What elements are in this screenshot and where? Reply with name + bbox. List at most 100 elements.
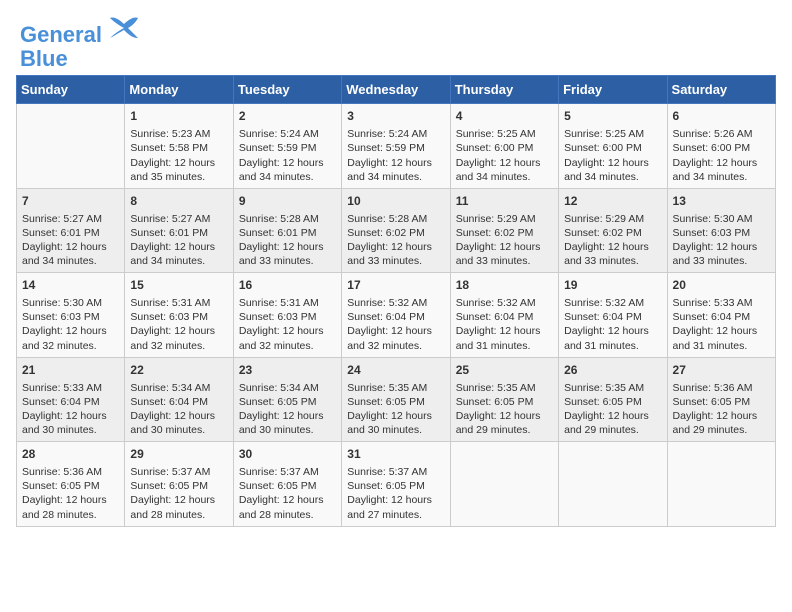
calendar-week-1: 1 Sunrise: 5:23 AM Sunset: 5:58 PM Daylig… [17, 104, 776, 188]
cell-content: Sunrise: 5:37 AM Sunset: 6:05 PM Dayligh… [239, 465, 336, 522]
cell-content: Sunrise: 5:27 AM Sunset: 6:01 PM Dayligh… [22, 212, 119, 269]
calendar-cell: 6 Sunrise: 5:26 AM Sunset: 6:00 PM Daylig… [667, 104, 775, 188]
cell-content: Sunrise: 5:23 AM Sunset: 5:58 PM Dayligh… [130, 127, 227, 184]
day-number: 10 [347, 193, 444, 210]
calendar-week-2: 7 Sunrise: 5:27 AM Sunset: 6:01 PM Daylig… [17, 188, 776, 272]
cell-content: Sunrise: 5:36 AM Sunset: 6:05 PM Dayligh… [673, 381, 770, 438]
calendar-cell: 22 Sunrise: 5:34 AM Sunset: 6:04 PM Dayli… [125, 357, 233, 441]
cell-content: Sunrise: 5:25 AM Sunset: 6:00 PM Dayligh… [564, 127, 661, 184]
cell-content: Sunrise: 5:37 AM Sunset: 6:05 PM Dayligh… [130, 465, 227, 522]
calendar-cell: 17 Sunrise: 5:32 AM Sunset: 6:04 PM Dayli… [342, 273, 450, 357]
calendar-week-5: 28Sunrise: 5:36 AM Sunset: 6:05 PM Dayli… [17, 442, 776, 526]
cell-content: Sunrise: 5:35 AM Sunset: 6:05 PM Dayligh… [456, 381, 553, 438]
cell-content: Sunrise: 5:28 AM Sunset: 6:02 PM Dayligh… [347, 212, 444, 269]
day-number: 25 [456, 362, 553, 379]
cell-content: Sunrise: 5:34 AM Sunset: 6:05 PM Dayligh… [239, 381, 336, 438]
cell-content: Sunrise: 5:31 AM Sunset: 6:03 PM Dayligh… [130, 296, 227, 353]
calendar-cell [450, 442, 558, 526]
cell-content: Sunrise: 5:29 AM Sunset: 6:02 PM Dayligh… [564, 212, 661, 269]
cell-content: Sunrise: 5:35 AM Sunset: 6:05 PM Dayligh… [564, 381, 661, 438]
calendar-cell: 12 Sunrise: 5:29 AM Sunset: 6:02 PM Dayli… [559, 188, 667, 272]
cell-content: Sunrise: 5:24 AM Sunset: 5:59 PM Dayligh… [239, 127, 336, 184]
calendar-cell: 30 Sunrise: 5:37 AM Sunset: 6:05 PM Dayli… [233, 442, 341, 526]
calendar-cell [559, 442, 667, 526]
day-number: 1 [130, 108, 227, 125]
day-number: 22 [130, 362, 227, 379]
calendar-cell: 1 Sunrise: 5:23 AM Sunset: 5:58 PM Daylig… [125, 104, 233, 188]
calendar-cell: 3Sunrise: 5:24 AM Sunset: 5:59 PM Daylig… [342, 104, 450, 188]
calendar-cell: 20 Sunrise: 5:33 AM Sunset: 6:04 PM Dayli… [667, 273, 775, 357]
cell-content: Sunrise: 5:29 AM Sunset: 6:02 PM Dayligh… [456, 212, 553, 269]
calendar-cell: 18 Sunrise: 5:32 AM Sunset: 6:04 PM Dayli… [450, 273, 558, 357]
cell-content: Sunrise: 5:37 AM Sunset: 6:05 PM Dayligh… [347, 465, 444, 522]
calendar-cell: 25 Sunrise: 5:35 AM Sunset: 6:05 PM Dayli… [450, 357, 558, 441]
header-cell-thursday: Thursday [450, 76, 558, 104]
calendar-cell: 28Sunrise: 5:36 AM Sunset: 6:05 PM Dayli… [17, 442, 125, 526]
calendar-week-3: 14 Sunrise: 5:30 AM Sunset: 6:03 PM Dayli… [17, 273, 776, 357]
logo-bird-icon [110, 14, 140, 42]
cell-content: Sunrise: 5:32 AM Sunset: 6:04 PM Dayligh… [456, 296, 553, 353]
calendar-table: SundayMondayTuesdayWednesdayThursdayFrid… [16, 75, 776, 526]
calendar-cell [17, 104, 125, 188]
calendar-cell: 2 Sunrise: 5:24 AM Sunset: 5:59 PM Daylig… [233, 104, 341, 188]
calendar-cell: 8Sunrise: 5:27 AM Sunset: 6:01 PM Daylig… [125, 188, 233, 272]
calendar-cell: 14 Sunrise: 5:30 AM Sunset: 6:03 PM Dayli… [17, 273, 125, 357]
cell-content: Sunrise: 5:32 AM Sunset: 6:04 PM Dayligh… [347, 296, 444, 353]
calendar-cell [667, 442, 775, 526]
cell-content: Sunrise: 5:24 AM Sunset: 5:59 PM Dayligh… [347, 127, 444, 184]
calendar-cell: 26 Sunrise: 5:35 AM Sunset: 6:05 PM Dayli… [559, 357, 667, 441]
day-number: 6 [673, 108, 770, 125]
calendar-cell: 27 Sunrise: 5:36 AM Sunset: 6:05 PM Dayli… [667, 357, 775, 441]
cell-content: Sunrise: 5:31 AM Sunset: 6:03 PM Dayligh… [239, 296, 336, 353]
day-number: 20 [673, 277, 770, 294]
day-number: 31 [347, 446, 444, 463]
header-cell-sunday: Sunday [17, 76, 125, 104]
day-number: 12 [564, 193, 661, 210]
cell-content: Sunrise: 5:26 AM Sunset: 6:00 PM Dayligh… [673, 127, 770, 184]
day-number: 5 [564, 108, 661, 125]
calendar-cell: 24Sunrise: 5:35 AM Sunset: 6:05 PM Dayli… [342, 357, 450, 441]
cell-content: Sunrise: 5:33 AM Sunset: 6:04 PM Dayligh… [673, 296, 770, 353]
calendar-cell: 15 Sunrise: 5:31 AM Sunset: 6:03 PM Dayli… [125, 273, 233, 357]
day-number: 24 [347, 362, 444, 379]
header-cell-saturday: Saturday [667, 76, 775, 104]
day-number: 4 [456, 108, 553, 125]
calendar-cell: 4Sunrise: 5:25 AM Sunset: 6:00 PM Daylig… [450, 104, 558, 188]
header-cell-monday: Monday [125, 76, 233, 104]
day-number: 17 [347, 277, 444, 294]
day-number: 15 [130, 277, 227, 294]
calendar-cell: 21Sunrise: 5:33 AM Sunset: 6:04 PM Dayli… [17, 357, 125, 441]
cell-content: Sunrise: 5:34 AM Sunset: 6:04 PM Dayligh… [130, 381, 227, 438]
calendar-cell: 10 Sunrise: 5:28 AM Sunset: 6:02 PM Dayli… [342, 188, 450, 272]
calendar-cell: 19Sunrise: 5:32 AM Sunset: 6:04 PM Dayli… [559, 273, 667, 357]
day-number: 14 [22, 277, 119, 294]
day-number: 2 [239, 108, 336, 125]
calendar-cell: 31 Sunrise: 5:37 AM Sunset: 6:05 PM Dayli… [342, 442, 450, 526]
logo-blue: Blue [20, 47, 140, 71]
calendar-cell: 11 Sunrise: 5:29 AM Sunset: 6:02 PM Dayli… [450, 188, 558, 272]
day-number: 23 [239, 362, 336, 379]
header-cell-wednesday: Wednesday [342, 76, 450, 104]
day-number: 26 [564, 362, 661, 379]
day-number: 11 [456, 193, 553, 210]
logo: General Blue [20, 18, 140, 71]
calendar: SundayMondayTuesdayWednesdayThursdayFrid… [10, 75, 782, 526]
calendar-cell: 7 Sunrise: 5:27 AM Sunset: 6:01 PM Daylig… [17, 188, 125, 272]
calendar-week-4: 21Sunrise: 5:33 AM Sunset: 6:04 PM Dayli… [17, 357, 776, 441]
day-number: 7 [22, 193, 119, 210]
calendar-cell: 29 Sunrise: 5:37 AM Sunset: 6:05 PM Dayli… [125, 442, 233, 526]
header-cell-tuesday: Tuesday [233, 76, 341, 104]
day-number: 19 [564, 277, 661, 294]
header-row: SundayMondayTuesdayWednesdayThursdayFrid… [17, 76, 776, 104]
cell-content: Sunrise: 5:30 AM Sunset: 6:03 PM Dayligh… [22, 296, 119, 353]
calendar-cell: 13Sunrise: 5:30 AM Sunset: 6:03 PM Dayli… [667, 188, 775, 272]
header-cell-friday: Friday [559, 76, 667, 104]
calendar-cell: 16Sunrise: 5:31 AM Sunset: 6:03 PM Dayli… [233, 273, 341, 357]
day-number: 29 [130, 446, 227, 463]
day-number: 27 [673, 362, 770, 379]
day-number: 8 [130, 193, 227, 210]
day-number: 30 [239, 446, 336, 463]
cell-content: Sunrise: 5:28 AM Sunset: 6:01 PM Dayligh… [239, 212, 336, 269]
day-number: 18 [456, 277, 553, 294]
cell-content: Sunrise: 5:33 AM Sunset: 6:04 PM Dayligh… [22, 381, 119, 438]
